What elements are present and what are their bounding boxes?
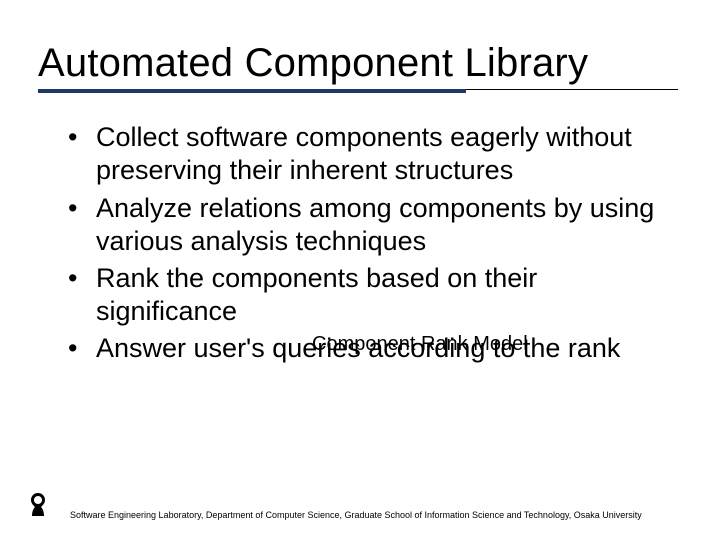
bullet-item: Collect software components eagerly with…: [68, 121, 682, 187]
bullet-list: Collect software components eagerly with…: [38, 121, 682, 365]
bullet-item: Rank the components based on their signi…: [68, 262, 682, 328]
slide: Automated Component Library Collect soft…: [0, 0, 720, 540]
annotation-label: Component Rank Model: [312, 333, 528, 356]
title-block: Automated Component Library: [38, 42, 682, 85]
university-logo-icon: [20, 490, 56, 526]
title-underline-thick: [38, 89, 466, 93]
slide-title: Automated Component Library: [38, 42, 682, 85]
footer-text: Software Engineering Laboratory, Departm…: [70, 510, 700, 520]
bullet-item: Analyze relations among components by us…: [68, 192, 682, 258]
